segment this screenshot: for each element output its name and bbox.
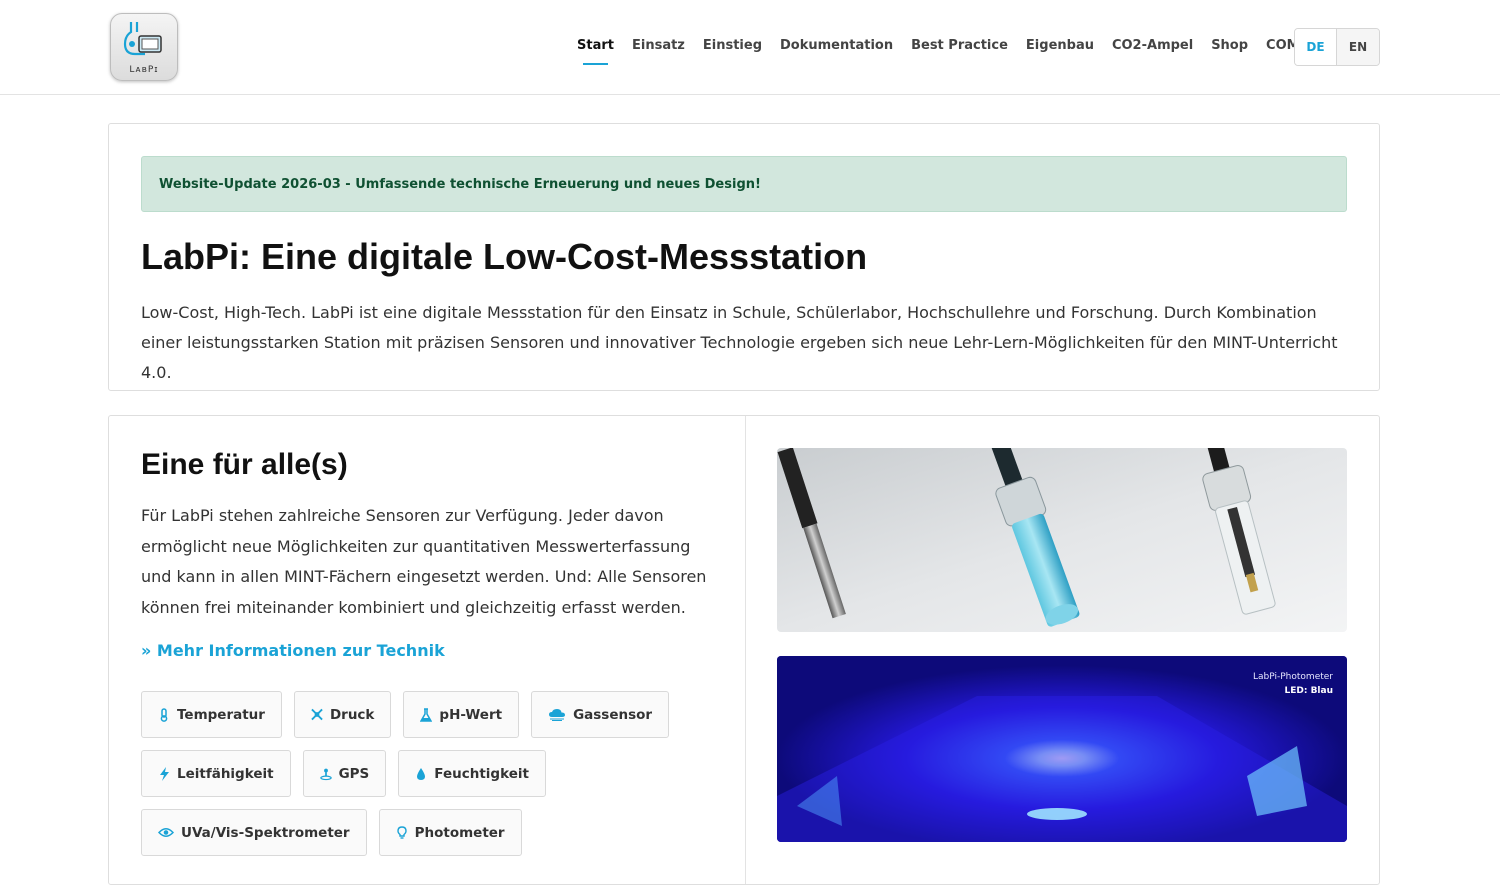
nav-item-start[interactable]: Start <box>577 38 614 65</box>
tag-label: Feuchtigkeit <box>434 765 529 782</box>
intro-lead: Low-Cost, High-Tech. LabPi ist eine digi… <box>141 303 1338 382</box>
lang-de-button[interactable]: DE <box>1295 29 1338 65</box>
tag-leitfaehigkeit[interactable]: Leitfähigkeit <box>141 750 291 797</box>
tag-gassensor[interactable]: Gassensor <box>531 691 670 738</box>
update-alert-text: Website-Update 2026-03 - Umfassende tech… <box>159 177 761 192</box>
photometer-photo: LabPi-Photometer LED: Blau <box>777 656 1347 842</box>
cloud-icon <box>548 708 566 722</box>
tag-label: UVa/Vis-Spektrometer <box>181 824 350 841</box>
nav-item-best-practice[interactable]: Best Practice <box>911 38 1008 53</box>
sensors-photo <box>777 448 1347 632</box>
tag-label: Temperatur <box>177 706 265 723</box>
caption-line-1: LabPi-Photometer <box>1253 672 1333 682</box>
page-title: LabPi: Eine digitale Low-Cost-Messstatio… <box>141 236 868 277</box>
lightbulb-icon <box>396 825 408 840</box>
nav-item-eigenbau[interactable]: Eigenbau <box>1026 38 1094 53</box>
main-nav: Start Einsatz Einstieg Dokumentation Bes… <box>577 38 1351 65</box>
intro-card: Website-Update 2026-03 - Umfassende tech… <box>108 123 1380 391</box>
location-icon <box>319 767 332 781</box>
site-header: LᴀʙPɪ Start Einsatz Einstieg Dokumentati… <box>0 0 1500 95</box>
photometer-caption: LabPi-Photometer LED: Blau <box>1253 670 1333 698</box>
column-divider <box>745 416 746 884</box>
droplet-icon <box>415 767 427 781</box>
tag-photometer[interactable]: Photometer <box>378 809 522 856</box>
tag-label: Leitfähigkeit <box>177 765 274 782</box>
lang-en-button[interactable]: EN <box>1337 29 1379 65</box>
tag-label: Druck <box>329 706 375 723</box>
thermometer-icon <box>158 707 170 722</box>
tag-temperatur[interactable]: Temperatur <box>141 691 282 738</box>
labpi-logo[interactable]: LᴀʙPɪ <box>110 13 178 81</box>
logo-graphic-icon <box>123 22 162 56</box>
tag-label: pH-Wert <box>439 706 503 723</box>
bolt-icon <box>158 766 170 781</box>
compress-icon <box>311 708 323 722</box>
features-title: Eine für alle(s) <box>141 448 348 481</box>
nav-item-dokumentation[interactable]: Dokumentation <box>780 38 893 53</box>
nav-item-co2-ampel[interactable]: CO2-Ampel <box>1112 38 1193 53</box>
features-card: Eine für alle(s) Für LabPi stehen zahlre… <box>108 415 1380 885</box>
tag-spektrometer[interactable]: UVa/Vis-Spektrometer <box>141 809 367 856</box>
caption-line-2: LED: Blau <box>1284 686 1333 696</box>
tag-ph-wert[interactable]: pH-Wert <box>403 691 520 738</box>
nav-item-einstieg[interactable]: Einstieg <box>703 38 762 53</box>
flask-icon <box>420 707 433 722</box>
tag-druck[interactable]: Druck <box>293 691 392 738</box>
tag-feuchtigkeit[interactable]: Feuchtigkeit <box>398 750 546 797</box>
tag-gps[interactable]: GPS <box>302 750 387 797</box>
tag-label: Photometer <box>414 824 505 841</box>
features-body: Für LabPi stehen zahlreiche Sensoren zur… <box>141 506 707 617</box>
nav-item-shop[interactable]: Shop <box>1211 38 1248 53</box>
sensor-tags: Temperatur Druck pH-Wert Gassensor Leitf… <box>141 691 721 856</box>
language-switcher: DE EN <box>1294 28 1380 66</box>
tag-label: Gassensor <box>573 706 653 723</box>
nav-item-einsatz[interactable]: Einsatz <box>632 38 685 53</box>
tag-label: GPS <box>338 765 370 782</box>
update-alert: Website-Update 2026-03 - Umfassende tech… <box>141 156 1347 212</box>
more-info-link[interactable]: » Mehr Informationen zur Technik <box>141 641 445 660</box>
logo-text: LᴀʙPɪ <box>129 65 159 75</box>
eye-icon <box>158 826 174 840</box>
